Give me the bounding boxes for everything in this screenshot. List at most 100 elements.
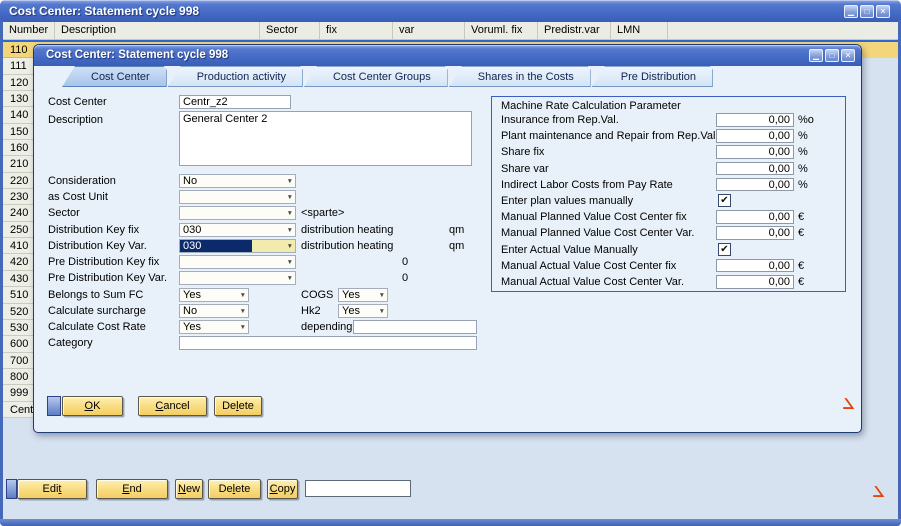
- resize-handle-icon[interactable]: ∠: [842, 398, 855, 412]
- distribution-key-fix-unit: qm: [449, 224, 464, 236]
- maximize-icon[interactable]: □: [860, 5, 874, 18]
- category-field[interactable]: [179, 336, 477, 350]
- row-number: 420: [10, 256, 28, 268]
- cogs-dropdown[interactable]: Yes▼: [338, 288, 388, 302]
- chevron-down-icon: ▼: [379, 292, 385, 300]
- cancel-button[interactable]: Cancel: [138, 396, 207, 416]
- tab-cost-center[interactable]: Cost Center: [62, 66, 167, 87]
- pre-distribution-key-fix-dropdown[interactable]: ▼: [179, 255, 296, 269]
- column-header-predistr-var: Predistr.var: [538, 22, 611, 39]
- footer-input[interactable]: [305, 480, 411, 497]
- sector-label: Sector: [48, 207, 80, 219]
- manual-planned-fix-label: Manual Planned Value Cost Center fix: [501, 211, 687, 223]
- button-accent-strip: [6, 479, 17, 499]
- footer-button[interactable]: End: [96, 479, 168, 499]
- share-var-label: Share var: [501, 163, 549, 175]
- row-number: 999: [10, 387, 28, 399]
- column-header-lmn: LMN: [611, 22, 668, 39]
- tab-pre-distribution[interactable]: Pre Distribution: [592, 66, 713, 87]
- sector-dropdown[interactable]: ▼: [179, 206, 296, 220]
- footer-button[interactable]: Delete: [208, 479, 261, 499]
- chevron-down-icon: ▼: [287, 178, 293, 186]
- enter-plan-values-label: Enter plan values manually: [501, 195, 633, 207]
- cost-center-field[interactable]: Centr_z2: [179, 95, 291, 109]
- insurance-label: Insurance from Rep.Val.: [501, 114, 619, 126]
- column-header-sector: Sector: [260, 22, 320, 39]
- category-label: Category: [48, 337, 93, 349]
- share-var-unit: %: [798, 163, 808, 175]
- insurance-unit: %o: [798, 114, 814, 126]
- form-row-calculate-cost-rate: Calculate Cost Rate Yes▼ depending: [48, 320, 838, 336]
- indirect-labor-label: Indirect Labor Costs from Pay Rate: [501, 179, 673, 191]
- enter-plan-values-checkbox[interactable]: ✔: [718, 194, 731, 207]
- insurance-field[interactable]: 0,00: [716, 113, 794, 127]
- ok-button[interactable]: OK: [62, 396, 123, 416]
- share-var-field[interactable]: 0,00: [716, 162, 794, 176]
- calculate-surcharge-dropdown[interactable]: No▼: [179, 304, 249, 318]
- distribution-key-var-note: distribution heating: [301, 240, 393, 252]
- footer-button[interactable]: Edit: [17, 479, 87, 499]
- row-number: 530: [10, 322, 28, 334]
- description-field[interactable]: General Center 2: [179, 111, 472, 166]
- belongs-to-sum-fc-label: Belongs to Sum FC: [48, 289, 143, 301]
- distribution-key-fix-dropdown[interactable]: 030▼: [179, 223, 296, 237]
- row-number: 111: [10, 60, 27, 72]
- dialog-maximize-icon[interactable]: □: [825, 49, 839, 62]
- manual-actual-var-field[interactable]: 0,00: [716, 275, 794, 289]
- row-number: 220: [10, 175, 28, 187]
- table-header: Number Description Sector fix var Voruml…: [3, 22, 898, 40]
- hk2-dropdown[interactable]: Yes▼: [338, 304, 388, 318]
- close-icon[interactable]: ✕: [876, 5, 890, 18]
- form-row-category: Category: [48, 336, 838, 352]
- depending-field[interactable]: [353, 320, 477, 334]
- distribution-key-var-label: Distribution Key Var.: [48, 240, 147, 252]
- cost-center-dialog: Cost Center: Statement cycle 998 ▁ □ ✕ C…: [33, 44, 862, 433]
- tab-shares-in-the-costs[interactable]: Shares in the Costs: [449, 66, 591, 87]
- enter-actual-value-checkbox[interactable]: ✔: [718, 243, 731, 256]
- delete-button[interactable]: Delete: [214, 396, 262, 416]
- as-cost-unit-dropdown[interactable]: ▼: [179, 190, 296, 204]
- chevron-down-icon: ▼: [240, 324, 246, 332]
- plant-maintenance-field[interactable]: 0,00: [716, 129, 794, 143]
- manual-planned-fix-unit: €: [798, 211, 804, 223]
- pre-distribution-key-var-dropdown[interactable]: ▼: [179, 271, 296, 285]
- row-number: 250: [10, 224, 28, 236]
- belongs-to-sum-fc-dropdown[interactable]: Yes▼: [179, 288, 249, 302]
- resize-handle-icon[interactable]: ∠: [872, 486, 885, 500]
- plant-maintenance-unit: %: [798, 130, 808, 142]
- pre-distribution-key-var-label: Pre Distribution Key Var.: [48, 272, 167, 284]
- tab-cost-center-groups[interactable]: Cost Center Groups: [304, 66, 448, 87]
- distribution-key-var-dropdown[interactable]: 030▼: [179, 239, 296, 253]
- form-row-calculate-surcharge: Calculate surcharge No▼ Hk2 Yes▼: [48, 304, 838, 320]
- machine-rate-panel: Machine Rate Calculation Parameter Insur…: [491, 96, 846, 292]
- footer-button[interactable]: New: [175, 479, 203, 499]
- footer-button[interactable]: Copy: [267, 479, 298, 499]
- row-number: 160: [10, 142, 28, 154]
- share-fix-unit: %: [798, 146, 808, 158]
- sector-note: <sparte>: [301, 207, 344, 219]
- tab-production-activity[interactable]: Production activity: [168, 66, 303, 87]
- manual-planned-var-field[interactable]: 0,00: [716, 226, 794, 240]
- chevron-down-icon: ▼: [379, 308, 385, 316]
- column-header-var: var: [393, 22, 465, 39]
- hk2-label: Hk2: [301, 305, 321, 317]
- app-window: Cost Center: Statement cycle 998 ▁ □ ✕ N…: [0, 0, 901, 526]
- manual-actual-fix-label: Manual Actual Value Cost Center fix: [501, 260, 676, 272]
- consideration-dropdown[interactable]: No▼: [179, 174, 296, 188]
- column-header-voruml-fix: Voruml. fix: [465, 22, 538, 39]
- manual-planned-fix-field[interactable]: 0,00: [716, 210, 794, 224]
- manual-planned-var-unit: €: [798, 227, 804, 239]
- main-window-title: Cost Center: Statement cycle 998: [9, 0, 199, 22]
- dialog-minimize-icon[interactable]: ▁: [809, 49, 823, 62]
- minimize-icon[interactable]: ▁: [844, 5, 858, 18]
- column-header-filler: [668, 22, 898, 39]
- calculate-cost-rate-dropdown[interactable]: Yes▼: [179, 320, 249, 334]
- row-number: 510: [10, 289, 28, 301]
- share-fix-field[interactable]: 0,00: [716, 145, 794, 159]
- dialog-close-icon[interactable]: ✕: [841, 49, 855, 62]
- manual-actual-fix-field[interactable]: 0,00: [716, 259, 794, 273]
- calculate-cost-rate-label: Calculate Cost Rate: [48, 321, 146, 333]
- indirect-labor-field[interactable]: 0,00: [716, 178, 794, 192]
- row-number: 120: [10, 77, 28, 89]
- row-number: 210: [10, 158, 28, 170]
